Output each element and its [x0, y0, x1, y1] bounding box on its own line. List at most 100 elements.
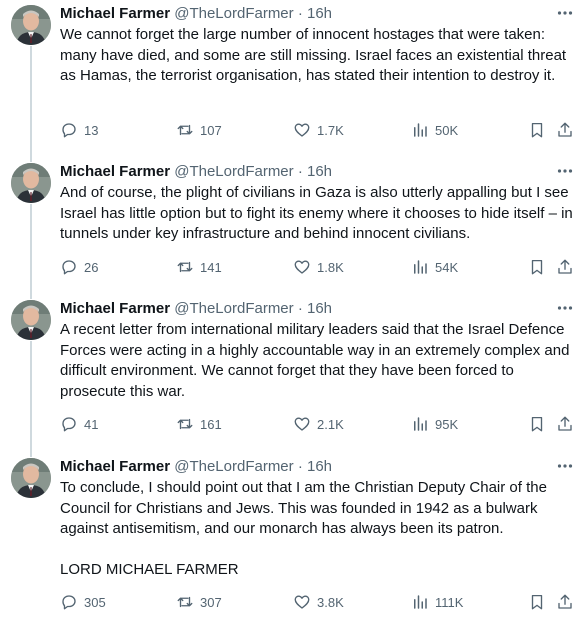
- reply-icon: [62, 417, 76, 432]
- like-count: 1.7K: [317, 122, 344, 138]
- author-name[interactable]: Michael Farmer: [60, 5, 170, 22]
- reply-icon: [62, 123, 76, 138]
- bookmark-icon: [531, 416, 543, 432]
- author-handle[interactable]: @TheLordFarmer: [174, 458, 293, 475]
- author-name[interactable]: Michael Farmer: [60, 458, 170, 475]
- views-button[interactable]: 95K: [411, 414, 458, 434]
- bookmark-button[interactable]: [528, 592, 546, 612]
- repost-icon: [177, 261, 193, 273]
- tweet[interactable]: Michael Farmer @TheLordFarmer · 16h To c…: [0, 453, 585, 620]
- bookmark-icon: [531, 594, 543, 610]
- separator: ·: [297, 300, 303, 317]
- repost-button[interactable]: 141: [176, 257, 222, 277]
- timestamp[interactable]: 16h: [307, 458, 332, 475]
- like-count: 3.8K: [317, 594, 344, 610]
- tweet-header: Michael Farmer @TheLordFarmer · 16h: [60, 4, 332, 24]
- bookmark-icon: [531, 122, 543, 138]
- thread-line: [30, 453, 32, 457]
- tweet-text: To conclude, I should point out that I a…: [60, 479, 547, 578]
- repost-icon: [177, 124, 193, 136]
- tweet-text: We cannot forget the large number of inn…: [60, 26, 567, 84]
- views-icon: [414, 595, 427, 609]
- tweet[interactable]: Michael Farmer @TheLordFarmer · 16h And …: [0, 158, 585, 295]
- reply-count: 26: [84, 259, 99, 275]
- like-button[interactable]: 3.8K: [293, 592, 344, 612]
- timestamp[interactable]: 16h: [307, 300, 332, 317]
- separator: ·: [297, 163, 303, 180]
- like-count: 2.1K: [317, 416, 344, 432]
- reply-button[interactable]: 26: [60, 257, 98, 277]
- tweet[interactable]: Michael Farmer @TheLordFarmer · 16h A re…: [0, 295, 585, 453]
- reply-button[interactable]: 41: [60, 414, 98, 434]
- tweet-actions: 26 141 1.8K 54K: [60, 257, 580, 277]
- views-count: 111K: [435, 594, 464, 610]
- share-icon: [558, 594, 572, 609]
- timestamp[interactable]: 16h: [307, 163, 332, 180]
- reply-icon: [62, 595, 76, 610]
- reply-count: 305: [84, 594, 106, 610]
- share-button[interactable]: [556, 414, 574, 434]
- heart-icon: [294, 123, 310, 137]
- tweet[interactable]: Michael Farmer @TheLordFarmer · 16h We c…: [0, 0, 585, 158]
- repost-count: 107: [200, 122, 222, 138]
- reply-button[interactable]: 13: [60, 120, 98, 140]
- share-button[interactable]: [556, 592, 574, 612]
- views-icon: [414, 260, 427, 274]
- author-handle[interactable]: @TheLordFarmer: [174, 163, 293, 180]
- avatar[interactable]: [11, 163, 51, 203]
- bookmark-icon: [531, 259, 543, 275]
- views-button[interactable]: 111K: [411, 592, 463, 612]
- thread-line: [30, 46, 32, 158]
- author-handle[interactable]: @TheLordFarmer: [174, 5, 293, 22]
- views-count: 50K: [435, 122, 459, 138]
- more-icon[interactable]: [556, 299, 574, 317]
- tweet-header: Michael Farmer @TheLordFarmer · 16h: [60, 162, 332, 182]
- repost-button[interactable]: 107: [176, 120, 222, 140]
- repost-icon: [177, 418, 193, 430]
- separator: ·: [297, 458, 303, 475]
- views-button[interactable]: 50K: [411, 120, 458, 140]
- tweet-actions: 305 307 3.8K 111K: [60, 592, 580, 612]
- more-icon[interactable]: [556, 457, 574, 475]
- bookmark-button[interactable]: [528, 414, 546, 434]
- reply-icon: [62, 260, 76, 275]
- tweet-text: And of course, the plight of civilians i…: [60, 184, 573, 242]
- reply-count: 13: [84, 122, 99, 138]
- thread-line: [30, 341, 32, 453]
- views-icon: [414, 123, 427, 137]
- tweet-actions: 13 107 1.7K 50K: [60, 120, 580, 140]
- share-icon: [558, 122, 572, 137]
- like-button[interactable]: 2.1K: [293, 414, 344, 434]
- thread-line: [30, 158, 32, 162]
- like-button[interactable]: 1.8K: [293, 257, 344, 277]
- avatar[interactable]: [11, 300, 51, 340]
- reply-count: 41: [84, 416, 99, 432]
- share-button[interactable]: [556, 257, 574, 277]
- share-button[interactable]: [556, 120, 574, 140]
- views-count: 54K: [435, 259, 459, 275]
- more-icon[interactable]: [556, 4, 574, 22]
- reply-button[interactable]: 305: [60, 592, 106, 612]
- bookmark-button[interactable]: [528, 257, 546, 277]
- repost-icon: [177, 596, 193, 608]
- repost-button[interactable]: 161: [176, 414, 222, 434]
- share-icon: [558, 416, 572, 431]
- more-icon[interactable]: [556, 162, 574, 180]
- tweet-text: A recent letter from international milit…: [60, 321, 570, 400]
- repost-count: 307: [200, 594, 222, 610]
- repost-button[interactable]: 307: [176, 592, 222, 612]
- author-name[interactable]: Michael Farmer: [60, 300, 170, 317]
- share-icon: [558, 259, 572, 274]
- thread-line: [30, 295, 32, 299]
- avatar[interactable]: [11, 5, 51, 45]
- author-name[interactable]: Michael Farmer: [60, 163, 170, 180]
- views-button[interactable]: 54K: [411, 257, 458, 277]
- avatar[interactable]: [11, 458, 51, 498]
- author-handle[interactable]: @TheLordFarmer: [174, 300, 293, 317]
- separator: ·: [297, 5, 303, 22]
- bookmark-button[interactable]: [528, 120, 546, 140]
- tweet-actions: 41 161 2.1K 95K: [60, 414, 580, 434]
- timestamp[interactable]: 16h: [307, 5, 332, 22]
- repost-count: 161: [200, 416, 222, 432]
- like-button[interactable]: 1.7K: [293, 120, 344, 140]
